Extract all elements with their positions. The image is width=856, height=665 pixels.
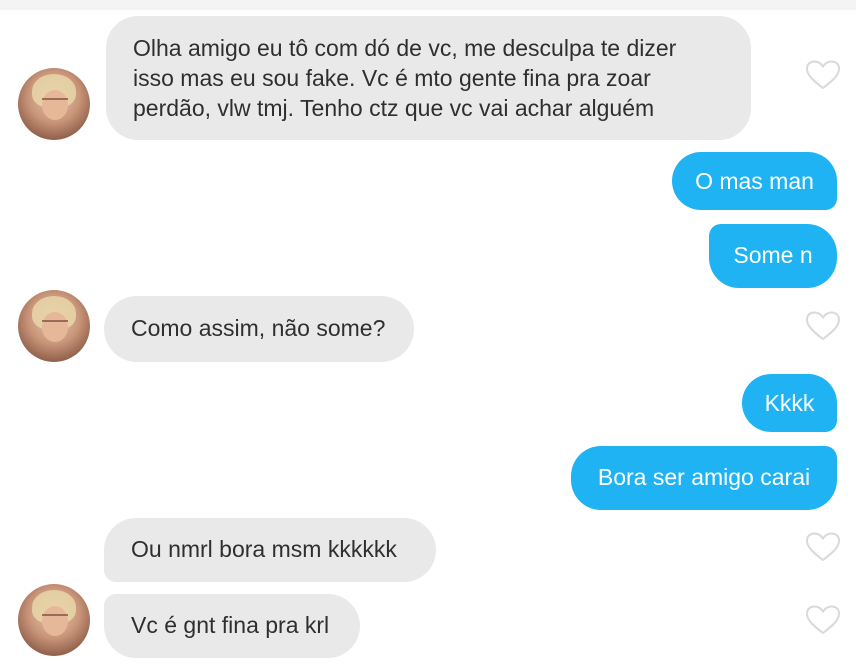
like-heart-icon[interactable] — [806, 60, 840, 90]
contact-avatar[interactable] — [18, 584, 90, 656]
incoming-message[interactable]: Ou nmrl bora msm kkkkkk — [104, 518, 436, 582]
like-heart-icon[interactable] — [806, 532, 840, 562]
outgoing-message[interactable]: Some n — [709, 224, 837, 288]
avatar-glasses — [42, 320, 68, 328]
outgoing-message[interactable]: Bora ser amigo carai — [571, 446, 837, 510]
contact-avatar[interactable] — [18, 68, 90, 140]
incoming-message[interactable]: Olha amigo eu tô com dó de vc, me descul… — [106, 16, 751, 140]
avatar-glasses — [42, 614, 68, 622]
contact-avatar[interactable] — [18, 290, 90, 362]
like-heart-icon[interactable] — [806, 311, 840, 341]
avatar-glasses — [42, 98, 68, 106]
chat-thread: Olha amigo eu tô com dó de vc, me descul… — [0, 0, 856, 665]
outgoing-message[interactable]: O mas man — [672, 152, 837, 210]
outgoing-message[interactable]: Kkkk — [742, 374, 837, 432]
incoming-message[interactable]: Como assim, não some? — [104, 296, 414, 362]
like-heart-icon[interactable] — [806, 605, 840, 635]
incoming-message[interactable]: Vc é gnt fina pra krl — [104, 594, 360, 658]
top-divider — [0, 0, 856, 10]
